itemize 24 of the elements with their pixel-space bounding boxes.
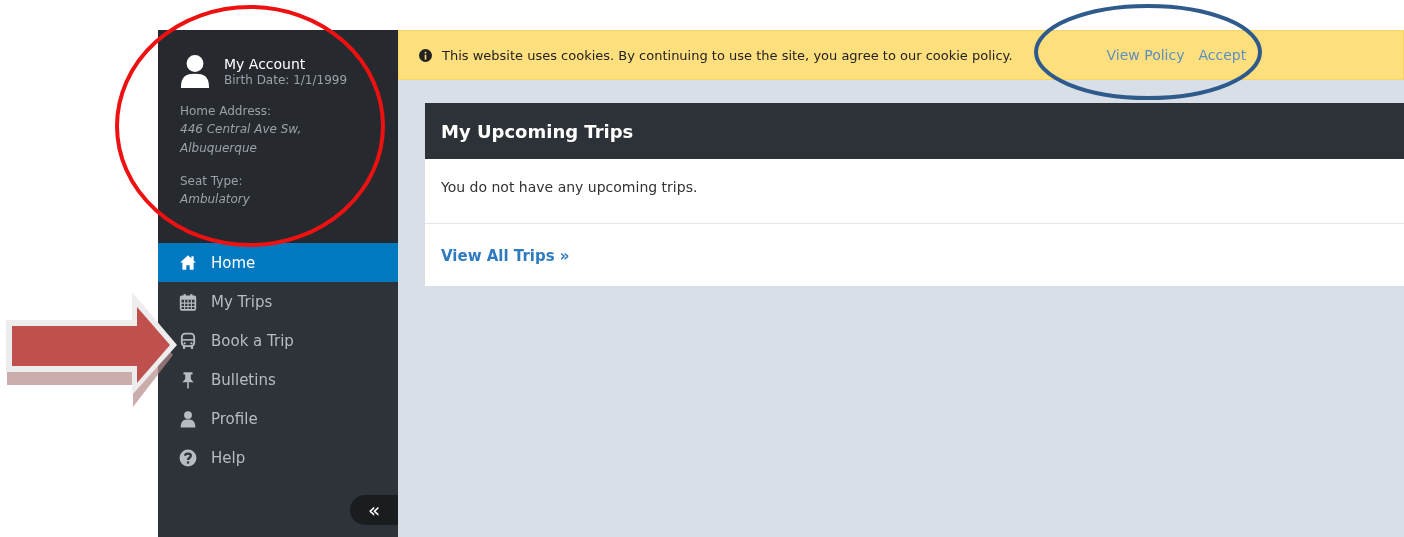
field-label: Home Address:: [180, 104, 273, 118]
birth-date: Birth Date: 1/1/1999: [224, 72, 348, 87]
info-icon: [419, 48, 432, 62]
field-value: Ambulatory: [180, 191, 251, 208]
field-value: 446 Central Ave Sw, Albuquerque: [180, 121, 303, 157]
card-title: My Upcoming Trips: [425, 103, 1404, 159]
nav-item[interactable]: Help: [178, 438, 398, 477]
home-icon: [179, 253, 197, 272]
nav-item[interactable]: Book a Trip: [178, 321, 398, 360]
nav-item[interactable]: Home: [158, 243, 398, 282]
collapse-button[interactable]: «: [350, 495, 398, 525]
account-name: My Account: [224, 55, 307, 72]
view-all-link[interactable]: View All Trips »: [441, 247, 570, 265]
user-icon: [179, 409, 197, 428]
empty-message: You do not have any upcoming trips.: [425, 159, 1404, 224]
bus-icon: [179, 331, 197, 350]
nav-item[interactable]: Bulletins: [178, 360, 398, 399]
cookie-message: This website uses cookies. By continuing to use the site, you agree to our cookie policy.: [442, 47, 1013, 63]
avatar-icon: [180, 54, 210, 88]
nav-item[interactable]: Profile: [178, 399, 398, 438]
help-icon: [179, 448, 197, 467]
nav-item[interactable]: My Trips: [178, 282, 398, 321]
field-label: Seat Type:: [180, 174, 244, 188]
calendar-icon: [179, 292, 197, 311]
